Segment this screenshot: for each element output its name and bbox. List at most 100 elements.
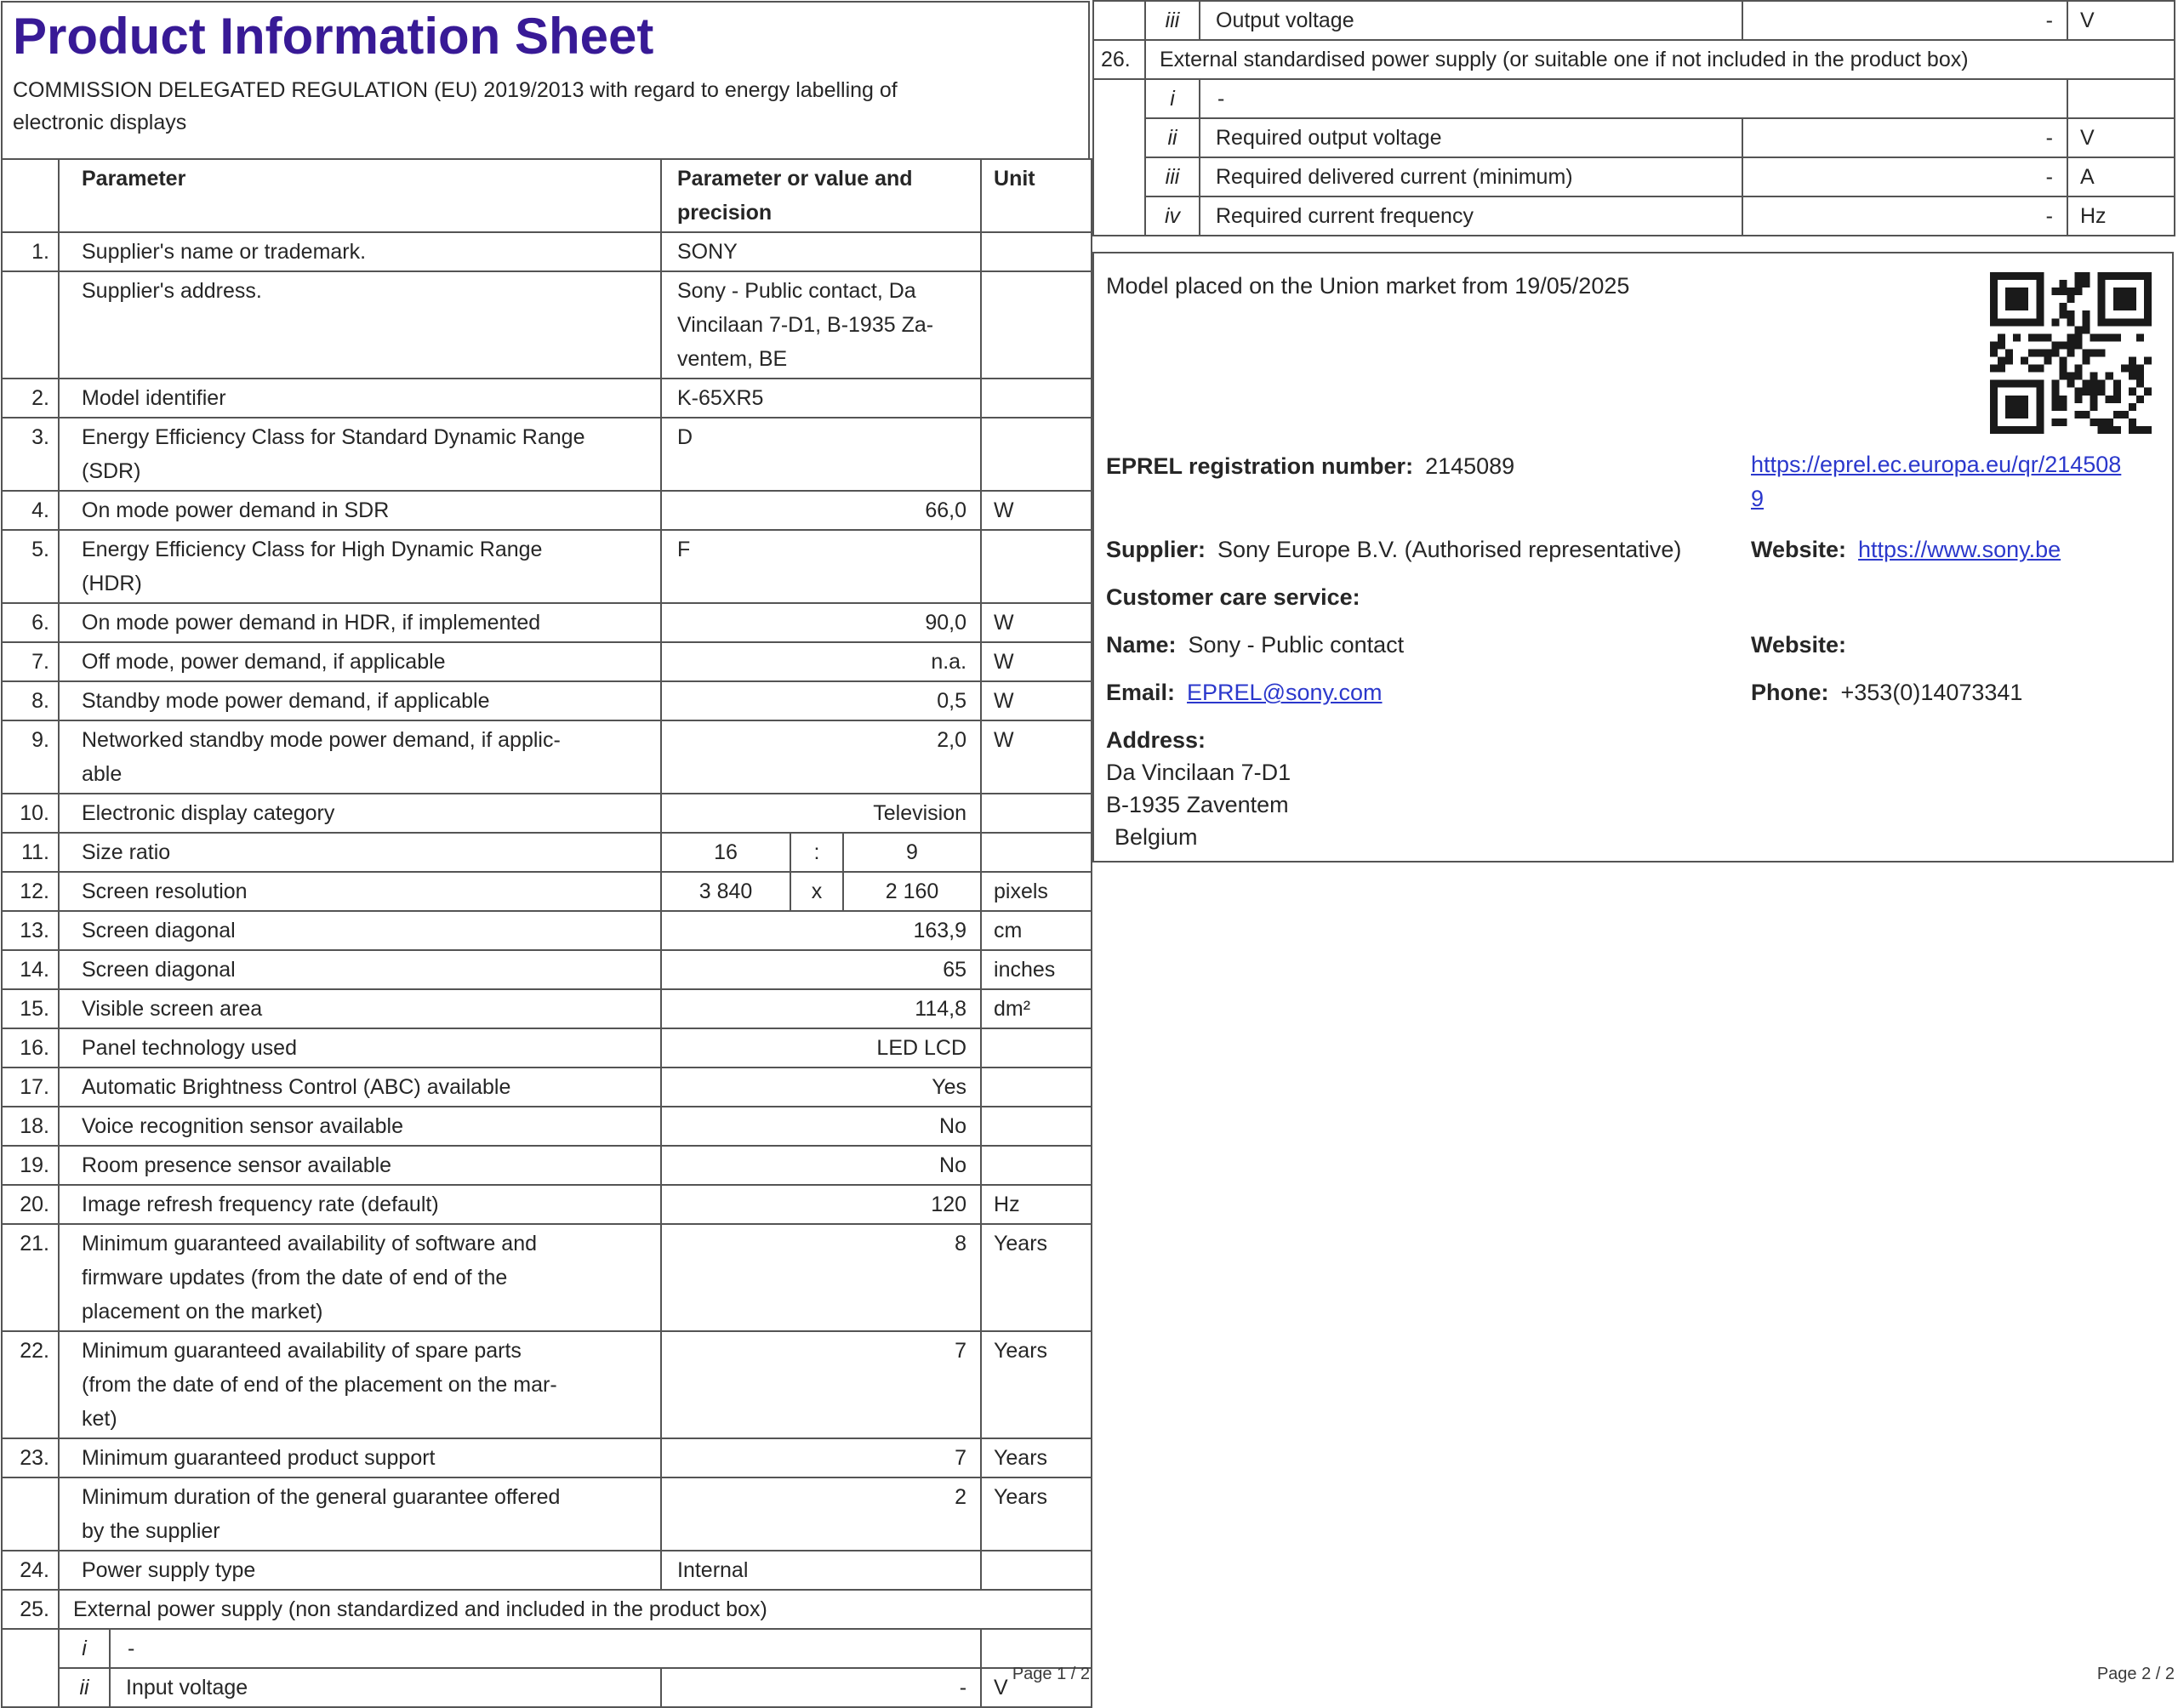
row-number: 26. [1093, 40, 1145, 79]
table-row: 2.Model identifierK-65XR5 [2, 379, 1092, 418]
row-number: 23. [2, 1438, 59, 1477]
param-label: Output voltage [1200, 1, 1742, 40]
unit-cell: W [981, 720, 1092, 794]
param-label: Visible screen area [59, 989, 661, 1028]
row-number: 3. [2, 418, 59, 491]
unit-cell: Years [981, 1438, 1092, 1477]
header-parameter: Parameter [59, 159, 661, 232]
parameter-table-page1: Parameter Parameter or value and precisi… [1, 158, 1092, 1708]
supplier-value: Sony Europe B.V. (Authorised representat… [1217, 537, 1681, 562]
parameter-table-page2: iiiOutput voltage-V26.External standardi… [1092, 0, 2175, 236]
value-separator: : [790, 833, 843, 872]
param-label: Required current frequency [1200, 196, 1742, 236]
eprel-registration-row: EPREL registration number:2145089 [1106, 449, 1514, 483]
param-value: LED LCD [661, 1028, 981, 1068]
param-label: Automatic Brightness Control (ABC) avail… [59, 1068, 661, 1107]
param-label: Room presence sensor available [59, 1146, 661, 1185]
supplier-label: Supplier: [1106, 537, 1206, 562]
email-row: Email:EPREL@sony.com [1106, 675, 1383, 709]
table-row: i- [1093, 79, 2175, 118]
row-number: 9. [2, 720, 59, 794]
unit-cell: Hz [2067, 196, 2175, 236]
unit-cell [981, 379, 1092, 418]
unit-cell [981, 1551, 1092, 1590]
email-link[interactable]: EPREL@sony.com [1187, 680, 1383, 705]
param-value: 114,8 [661, 989, 981, 1028]
param-label: Networked standby mode power demand, if … [59, 720, 661, 794]
unit-cell [981, 530, 1092, 603]
param-label: Voice recognition sensor available [59, 1107, 661, 1146]
website2-row: Website: [1751, 628, 1858, 662]
param-label: Energy Efficiency Class for Standard Dyn… [59, 418, 661, 491]
roman-index: ii [59, 1668, 110, 1707]
address-line: Belgium [1106, 820, 1198, 854]
param-value: 163,9 [661, 911, 981, 950]
param-label: Screen diagonal [59, 911, 661, 950]
param-label: Energy Efficiency Class for High Dynamic… [59, 530, 661, 603]
value-right-part: 9 [843, 833, 981, 872]
table-row: 5.Energy Efficiency Class for High Dynam… [2, 530, 1092, 603]
param-value: - [1742, 1, 2067, 40]
eprel-link[interactable]: https://eprel.ec.europa.eu/qr/2145089 [1751, 447, 2134, 515]
roman-index: iv [1145, 196, 1200, 236]
param-value: 2 [661, 1477, 981, 1551]
row-number: 21. [2, 1224, 59, 1331]
row-number [2, 271, 59, 379]
param-label: Image refresh frequency rate (default) [59, 1185, 661, 1224]
table-row: 12.Screen resolution3 840x2 160pixels [2, 872, 1092, 911]
param-label: Electronic display category [59, 794, 661, 833]
table-row: 8.Standby mode power demand, if applicab… [2, 681, 1092, 720]
param-value: 2,0 [661, 720, 981, 794]
param-value: n.a. [661, 642, 981, 681]
unit-cell [981, 1068, 1092, 1107]
row-number: 12. [2, 872, 59, 911]
header-blank [2, 159, 59, 232]
table-row: 10.Electronic display categoryTelevision [2, 794, 1092, 833]
value-separator: x [790, 872, 843, 911]
row-number: 24. [2, 1551, 59, 1590]
table-row: 15.Visible screen area114,8dm² [2, 989, 1092, 1028]
unit-cell: Hz [981, 1185, 1092, 1224]
param-value: 66,0 [661, 491, 981, 530]
unit-cell [981, 794, 1092, 833]
roman-index: iii [1145, 1, 1200, 40]
unit-cell: Years [981, 1224, 1092, 1331]
name-label: Name: [1106, 632, 1177, 658]
table-row: 6.On mode power demand in HDR, if implem… [2, 603, 1092, 642]
table-row: 17.Automatic Brightness Control (ABC) av… [2, 1068, 1092, 1107]
table-row: 14.Screen diagonal65inches [2, 950, 1092, 989]
table-row: 9.Networked standby mode power demand, i… [2, 720, 1092, 794]
row-number: 6. [2, 603, 59, 642]
website-row: Website:https://www.sony.be [1751, 532, 2061, 566]
param-value: 7 [661, 1331, 981, 1438]
param-value: 0,5 [661, 681, 981, 720]
title-block: Product Information Sheet COMMISSION DEL… [1, 1, 1090, 158]
row-number: 7. [2, 642, 59, 681]
qr-code [1990, 272, 2152, 434]
page-title: Product Information Sheet [13, 6, 1078, 67]
row-number: 1. [2, 232, 59, 271]
unit-cell: inches [981, 950, 1092, 989]
unit-cell: cm [981, 911, 1092, 950]
table-row: 22.Minimum guaranteed availability of sp… [2, 1331, 1092, 1438]
address-line: Da Vincilaan 7-D1 [1106, 755, 1291, 789]
eprel-label: EPREL registration number: [1106, 453, 1413, 479]
unit-cell [981, 271, 1092, 379]
unit-cell: V [2067, 1, 2175, 40]
table-row: 21.Minimum guaranteed availability of so… [2, 1224, 1092, 1331]
supplier-website-link[interactable]: https://www.sony.be [1858, 537, 2061, 562]
roman-index: ii [1145, 118, 1200, 157]
param-value: - [1200, 79, 2067, 118]
param-label: Minimum guaranteed availability of spare… [59, 1331, 661, 1438]
table-row: Minimum duration of the general guarante… [2, 1477, 1092, 1551]
param-value: 120 [661, 1185, 981, 1224]
row-number: 20. [2, 1185, 59, 1224]
table-row: 19.Room presence sensor availableNo [2, 1146, 1092, 1185]
param-value: No [661, 1146, 981, 1185]
table-row: 7.Off mode, power demand, if applicablen… [2, 642, 1092, 681]
param-value: 90,0 [661, 603, 981, 642]
param-label: Power supply type [59, 1551, 661, 1590]
param-value: Sony - Public contact, Da Vincilaan 7-D1… [661, 271, 981, 379]
row-number: 4. [2, 491, 59, 530]
param-label: On mode power demand in SDR [59, 491, 661, 530]
